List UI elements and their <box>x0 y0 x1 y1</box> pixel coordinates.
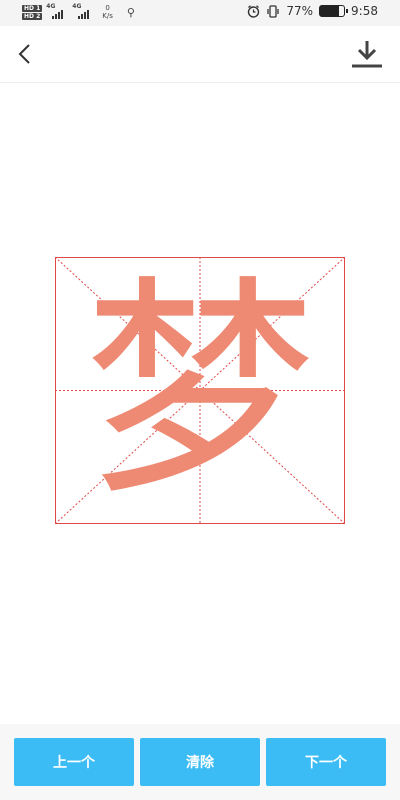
character-glyph: 梦 <box>83 255 316 526</box>
chevron-left-icon <box>18 44 30 64</box>
status-right: 77% 9:58 <box>247 4 378 18</box>
speed-unit: K/s <box>102 12 113 20</box>
usb-icon: ⚲ <box>126 5 135 19</box>
sim-indicators: HD 1 HD 2 <box>22 4 43 20</box>
network-type-1: 4G <box>46 3 56 10</box>
app-header <box>0 26 400 83</box>
next-button[interactable]: 下一个 <box>266 738 386 786</box>
network-speed: 0 K/s <box>102 4 113 20</box>
character-grid[interactable]: 梦 <box>55 257 345 524</box>
signal-icon: 4G <box>46 3 68 19</box>
download-button[interactable] <box>350 38 384 70</box>
sim1-label: HD 1 <box>22 4 43 12</box>
back-button[interactable] <box>12 40 40 68</box>
clear-button[interactable]: 清除 <box>140 738 260 786</box>
alarm-icon <box>248 4 260 18</box>
download-icon <box>352 41 382 68</box>
status-bar: HD 1 HD 2 4G 4G 0 K/s ⚲ 77% 9:58 <box>0 0 400 26</box>
signal-icon: 4G <box>72 3 94 19</box>
bottom-bar: 上一个 清除 下一个 <box>0 724 400 800</box>
previous-button[interactable]: 上一个 <box>14 738 134 786</box>
speed-value: 0 <box>105 4 110 12</box>
clock-time: 9:58 <box>351 4 378 18</box>
status-left: HD 1 HD 2 4G 4G 0 K/s ⚲ <box>22 3 135 20</box>
battery-percent: 77% <box>286 4 314 18</box>
vibrate-icon <box>267 4 280 18</box>
sim2-label: HD 2 <box>22 12 43 20</box>
network-type-2: 4G <box>72 3 82 10</box>
battery-icon <box>319 5 349 17</box>
